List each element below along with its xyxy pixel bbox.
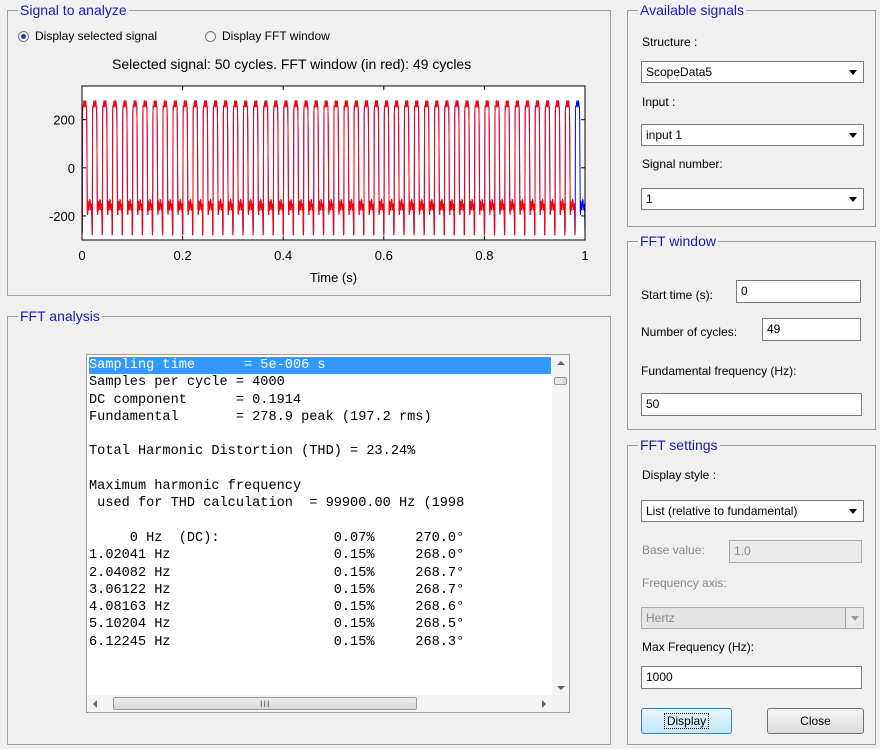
display-style-dropdown[interactable]: List (relative to fundamental)	[641, 500, 864, 522]
number-of-cycles-input[interactable]: 49	[762, 318, 861, 341]
number-of-cycles-label: Number of cycles:	[641, 325, 738, 339]
chevron-down-icon	[851, 616, 859, 621]
fft-result-line[interactable]	[89, 513, 551, 530]
signal-number-value: 1	[646, 192, 653, 206]
fft-result-line[interactable]: 4.08163 Hz 0.15% 268.6°	[89, 599, 551, 616]
frequency-axis-value: Hertz	[646, 611, 675, 625]
scroll-up-icon[interactable]	[557, 361, 565, 365]
fft-result-line[interactable]: 2.04082 Hz 0.15% 268.7°	[89, 565, 551, 582]
radio-display-fft-label[interactable]: Display FFT window	[222, 29, 330, 43]
scroll-left-icon[interactable]	[93, 700, 97, 708]
radio-display-selected[interactable]	[18, 31, 29, 42]
start-time-label: Start time (s):	[641, 288, 714, 302]
x-tick-label: 0	[78, 248, 85, 263]
x-axis-label: Time (s)	[310, 270, 357, 285]
radio-display-selected-label[interactable]: Display selected signal	[35, 29, 157, 43]
fft-results-listbox[interactable]: Sampling time = 5e-006 s Samples per cycl…	[86, 354, 570, 713]
max-frequency-input[interactable]: 1000	[641, 666, 862, 689]
fft-settings-title: FFT settings	[638, 436, 720, 454]
chevron-down-icon	[849, 70, 857, 75]
fft-result-line[interactable]: Total Harmonic Distortion (THD) = 23.24%	[89, 443, 551, 460]
input-dropdown[interactable]: input 1	[641, 124, 864, 146]
chevron-down-icon	[849, 197, 857, 202]
fft-result-line[interactable]: Maximum harmonic frequency	[89, 478, 551, 495]
close-button-label: Close	[800, 714, 831, 728]
chevron-down-icon	[849, 509, 857, 514]
frequency-axis-arrow-box	[845, 608, 863, 628]
fft-result-line[interactable]	[89, 426, 551, 443]
x-tick-label: 1	[581, 248, 588, 263]
max-frequency-label: Max Frequency (Hz):	[642, 640, 755, 654]
fft-results-text: Sampling time = 5e-006 s Samples per cycl…	[89, 357, 551, 695]
fundamental-frequency-input[interactable]: 50	[641, 393, 862, 416]
input-value: input 1	[646, 128, 683, 142]
close-button[interactable]: Close	[767, 708, 864, 734]
y-tick-label: 200	[53, 113, 75, 128]
scrollbar-corner	[552, 695, 569, 712]
fft-result-line[interactable]	[89, 461, 551, 478]
y-tick-label: 0	[68, 161, 75, 176]
scroll-grip-icon: III	[260, 699, 271, 709]
input-label: Input :	[642, 95, 676, 109]
x-tick-label: 0.6	[375, 248, 393, 263]
scroll-down-icon[interactable]	[557, 686, 565, 690]
signal-panel-title: Signal to analyze	[18, 1, 129, 19]
fft-window-title: FFT window	[638, 232, 718, 250]
fft-result-line[interactable]: 1.02041 Hz 0.15% 268.0°	[89, 547, 551, 564]
signal-number-label: Signal number:	[642, 157, 723, 171]
fft-result-line[interactable]: 3.06122 Hz 0.15% 268.7°	[89, 582, 551, 599]
base-value-label: Base value:	[642, 543, 705, 557]
horizontal-scroll-thumb[interactable]: III	[113, 697, 417, 710]
fft-result-line[interactable]: used for THD calculation = 99900.00 Hz (…	[89, 495, 551, 512]
fundamental-frequency-label: Fundamental frequency (Hz):	[641, 364, 797, 378]
available-signals-title: Available signals	[638, 1, 747, 19]
vertical-scroll-thumb[interactable]	[554, 377, 567, 385]
display-button-label: Display	[663, 713, 710, 729]
fft-result-line[interactable]: 5.10204 Hz 0.15% 268.5°	[89, 616, 551, 633]
chevron-down-icon	[849, 133, 857, 138]
structure-value: ScopeData5	[646, 65, 713, 79]
x-tick-label: 0.2	[174, 248, 192, 263]
x-tick-label: 0.4	[274, 248, 292, 263]
fft-result-line[interactable]: 0 Hz (DC): 0.07% 270.0°	[89, 530, 551, 547]
fft-settings-panel: FFT settings	[627, 436, 876, 745]
signal-chart: 0 0.2 0.4 0.6 0.8 1 200 0 -200 Time (s)	[49, 85, 589, 285]
signal-number-dropdown[interactable]: 1	[641, 188, 864, 210]
horizontal-scrollbar[interactable]: III	[87, 695, 552, 712]
frequency-axis-label: Frequency axis:	[642, 576, 727, 590]
structure-label: Structure :	[642, 35, 698, 49]
fft-result-line[interactable]: Samples per cycle = 4000	[89, 374, 551, 391]
fft-result-line[interactable]: 6.12245 Hz 0.15% 268.3°	[89, 634, 551, 651]
start-time-input[interactable]: 0	[736, 280, 861, 303]
vertical-scrollbar[interactable]	[552, 355, 569, 696]
fft-result-line[interactable]: Sampling time = 5e-006 s	[89, 357, 551, 375]
display-style-value: List (relative to fundamental)	[646, 504, 798, 518]
scroll-right-icon[interactable]	[542, 700, 546, 708]
fft-analysis-title: FFT analysis	[18, 307, 102, 325]
y-tick-label: -200	[49, 209, 75, 224]
frequency-axis-dropdown[interactable]: Hertz	[641, 607, 864, 629]
display-style-label: Display style :	[642, 468, 717, 482]
base-value-input[interactable]: 1.0	[729, 540, 862, 563]
display-button[interactable]: Display	[641, 708, 732, 734]
radio-display-fft[interactable]	[205, 31, 216, 42]
x-tick-label: 0.8	[475, 248, 493, 263]
fft-result-line[interactable]: DC component = 0.1914	[89, 392, 551, 409]
structure-dropdown[interactable]: ScopeData5	[641, 61, 864, 83]
fft-result-line[interactable]: Fundamental = 278.9 peak (197.2 rms)	[89, 409, 551, 426]
